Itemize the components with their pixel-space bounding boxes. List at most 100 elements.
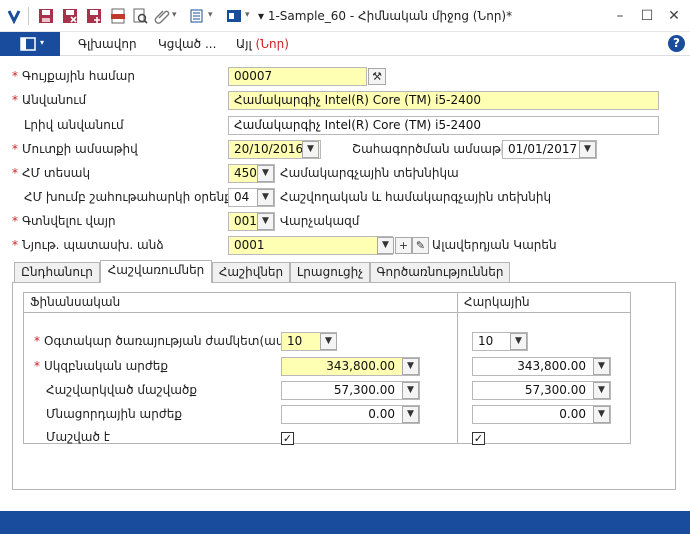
initial-value-label-text: Սկզբնական արժեք bbox=[44, 359, 169, 373]
entry-date-label: * Մուտքի ամսաթիվ bbox=[12, 142, 138, 156]
tax-residual-input[interactable]: 0.00 bbox=[472, 405, 611, 424]
inventory-input[interactable]: 00007 bbox=[228, 67, 367, 86]
add-icon[interactable]: + bbox=[395, 237, 412, 254]
group-label: ՀՄ խումբ շահութահարկի օրենքով bbox=[24, 190, 248, 204]
tax-initial-value-input[interactable]: 343,800.00 bbox=[472, 357, 611, 376]
tab-operations[interactable]: Գործառնություններ bbox=[370, 262, 510, 283]
name-label-text: Անվանում bbox=[22, 93, 87, 107]
window-title: ▾ 1-Sample_60 - Հիմնական միջոց (Նոր)* bbox=[258, 9, 513, 23]
location-dropdown-icon[interactable]: ▼ bbox=[257, 213, 274, 230]
type-description: Համակարգչային տեխնիկա bbox=[280, 166, 459, 180]
tax-group-title: Հարկային bbox=[458, 293, 630, 313]
residual-dropdown-icon[interactable]: ▼ bbox=[402, 406, 419, 423]
tab-accounting[interactable]: Հաշվառումներ bbox=[100, 260, 212, 283]
fullname-label: Լրիվ անվանում bbox=[24, 118, 124, 132]
main-menu-button[interactable]: ▾ bbox=[0, 32, 60, 56]
name-label: * Անվանում bbox=[12, 93, 86, 107]
life-label: * Օգտակար ծառայության ժամկետ(ամիս) bbox=[34, 334, 303, 348]
tax-initial-value-dropdown-icon[interactable]: ▼ bbox=[593, 358, 610, 375]
use-date-dropdown-icon[interactable]: ▼ bbox=[579, 141, 596, 158]
tax-residual-dropdown-icon[interactable]: ▼ bbox=[593, 406, 610, 423]
depreciation-dropdown-icon[interactable]: ▼ bbox=[402, 382, 419, 399]
inventory-label: * Գույքային համար bbox=[12, 69, 135, 83]
inventory-label-text: Գույքային համար bbox=[22, 69, 135, 83]
type-dropdown-icon[interactable]: ▼ bbox=[257, 165, 274, 182]
required-mark: * bbox=[12, 69, 18, 83]
help-button[interactable]: ? bbox=[668, 35, 685, 52]
save-icon[interactable] bbox=[38, 8, 54, 24]
layout-dropdown-icon[interactable]: ▾ bbox=[245, 10, 250, 20]
location-description: Վարչակազմ bbox=[280, 214, 360, 228]
generate-number-button[interactable]: ⚒ bbox=[368, 68, 386, 85]
document-list-icon[interactable] bbox=[190, 8, 206, 24]
menu-item-home[interactable]: Գլխավոր bbox=[78, 37, 137, 51]
group-dropdown-icon[interactable]: ▼ bbox=[257, 189, 274, 206]
entry-date-dropdown-icon[interactable]: ▼ bbox=[302, 141, 319, 158]
status-bar bbox=[0, 511, 690, 534]
attach-dropdown-icon[interactable]: ▾ bbox=[172, 10, 177, 20]
group-description: Հաշվողական և համակարգչային տեխնիկ bbox=[280, 190, 552, 204]
tax-depreciation-dropdown-icon[interactable]: ▼ bbox=[593, 382, 610, 399]
new-indicator: (Նոր) bbox=[255, 37, 289, 51]
menu-item-attached[interactable]: Կցված ... bbox=[158, 37, 216, 51]
responsible-input[interactable]: 0001 bbox=[228, 236, 393, 255]
tax-group: Հարկային 10 ▼ 343,800.00 ▼ 57,300.00 ▼ 0… bbox=[457, 292, 631, 445]
edit-icon[interactable]: ✎ bbox=[412, 237, 429, 254]
responsible-label-text: Նյութ. պատասխ. անձ bbox=[22, 238, 164, 252]
required-mark: * bbox=[34, 359, 40, 373]
type-label-text: ՀՄ տեսակ bbox=[22, 166, 91, 180]
required-mark: * bbox=[12, 238, 18, 252]
title-bar: ▾ ▾ ▾ ▾ 1-Sample_60 - Հիմնական միջոց (Նո… bbox=[0, 0, 690, 32]
depreciation-label: Հաշվարկված մաշվածք bbox=[46, 383, 198, 397]
type-label: * ՀՄ տեսակ bbox=[12, 166, 90, 180]
tab-additional[interactable]: Լրացուցիչ bbox=[290, 262, 370, 283]
magic-wand-icon: ⚒ bbox=[372, 70, 382, 83]
menu-dropdown-icon: ▾ bbox=[40, 38, 45, 47]
depreciation-input[interactable]: 57,300.00 bbox=[281, 381, 420, 400]
tax-life-dropdown-icon[interactable]: ▼ bbox=[510, 333, 527, 350]
menu-bar: ▾ Գլխավոր Կցված ... Այլ (Նոր) ? bbox=[0, 32, 690, 56]
worn-label: Մաշված է bbox=[46, 430, 110, 444]
initial-value-label: * Սկզբնական արժեք bbox=[34, 359, 168, 373]
residual-label: Մնացորդային արժեք bbox=[46, 407, 182, 421]
location-label-text: Գտնվելու վայր bbox=[22, 214, 116, 228]
worn-checkbox[interactable]: ✓ bbox=[281, 432, 294, 445]
document-dropdown-icon[interactable]: ▾ bbox=[208, 10, 213, 20]
tax-depreciation-input[interactable]: 57,300.00 bbox=[472, 381, 611, 400]
financial-group: Ֆինանսական * Օգտակար ծառայության ժամկետ(ա… bbox=[23, 292, 477, 445]
save-close-icon[interactable] bbox=[62, 8, 78, 24]
financial-group-title: Ֆինանսական bbox=[24, 293, 476, 313]
menu-item-other[interactable]: Այլ (Նոր) bbox=[236, 37, 289, 51]
required-mark: * bbox=[12, 166, 18, 180]
tax-worn-checkbox[interactable]: ✓ bbox=[472, 432, 485, 445]
required-mark: * bbox=[34, 334, 40, 348]
menu-icon bbox=[20, 37, 36, 51]
responsible-description: Ալավերդյան Կարեն bbox=[432, 238, 557, 252]
minimize-button[interactable]: – bbox=[610, 6, 630, 26]
save-new-icon[interactable] bbox=[86, 8, 102, 24]
initial-value-input[interactable]: 343,800.00 bbox=[281, 357, 420, 376]
menu-item-other-label: Այլ bbox=[236, 37, 252, 51]
attach-icon[interactable] bbox=[154, 8, 170, 24]
fullname-input[interactable]: Համակարգիչ Intel(R) Core (TM) i5-2400 bbox=[228, 116, 659, 135]
location-label: * Գտնվելու վայր bbox=[12, 214, 116, 228]
pdf-icon[interactable] bbox=[110, 8, 126, 24]
name-input[interactable]: Համակարգիչ Intel(R) Core (TM) i5-2400 bbox=[228, 91, 659, 110]
toolbar-divider bbox=[28, 7, 29, 25]
tab-accounts[interactable]: Հաշիվներ bbox=[212, 262, 290, 283]
preview-icon[interactable] bbox=[132, 8, 148, 24]
maximize-button[interactable]: ☐ bbox=[637, 6, 657, 26]
close-button[interactable]: ✕ bbox=[664, 6, 684, 26]
required-mark: * bbox=[12, 214, 18, 228]
app-logo-icon bbox=[7, 10, 21, 24]
tab-general[interactable]: Ընդհանուր bbox=[14, 262, 100, 283]
life-dropdown-icon[interactable]: ▼ bbox=[320, 333, 337, 350]
required-mark: * bbox=[12, 142, 18, 156]
layout-icon[interactable] bbox=[226, 8, 242, 24]
entry-date-label-text: Մուտքի ամսաթիվ bbox=[22, 142, 138, 156]
responsible-dropdown-icon[interactable]: ▼ bbox=[377, 237, 394, 254]
required-mark: * bbox=[12, 93, 18, 107]
responsible-label: * Նյութ. պատասխ. անձ bbox=[12, 238, 164, 252]
initial-value-dropdown-icon[interactable]: ▼ bbox=[402, 358, 419, 375]
residual-input[interactable]: 0.00 bbox=[281, 405, 420, 424]
